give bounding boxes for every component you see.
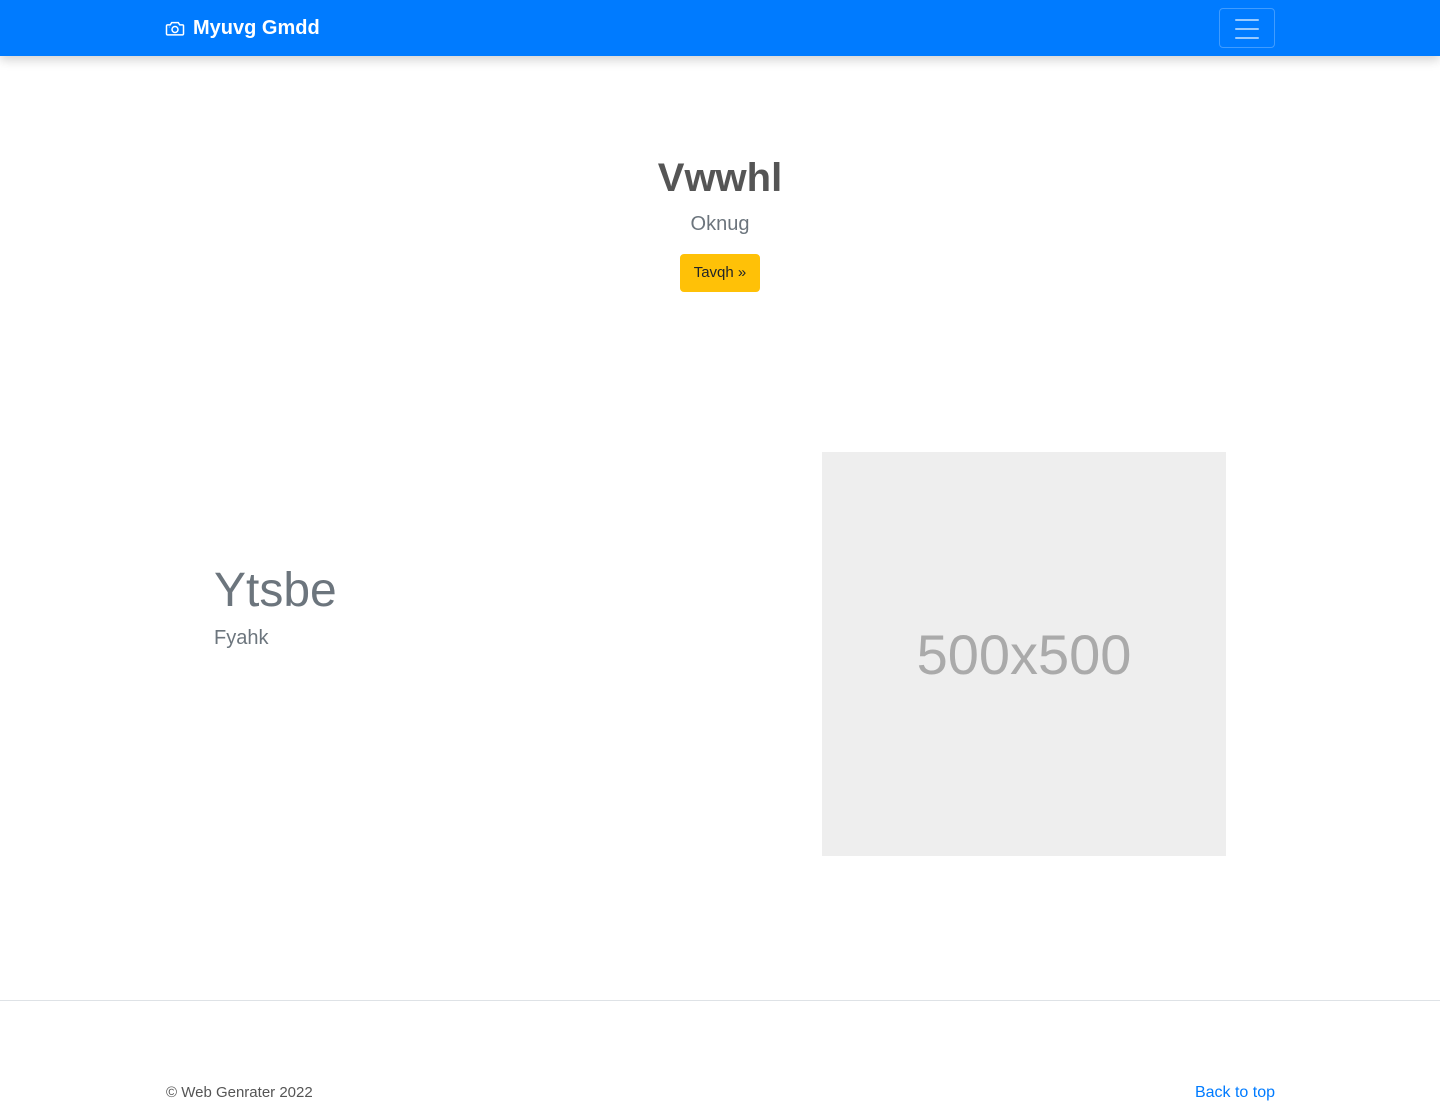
feature-image-placeholder: 500x500 (822, 452, 1226, 856)
placeholder-label: 500x500 (916, 622, 1132, 686)
hero-subtitle: Oknug (690, 213, 750, 235)
navbar: Myuvg Gmdd (0, 0, 1440, 56)
footer-divider (0, 1000, 1440, 1001)
feature-subtitle: Fyahk (214, 627, 269, 649)
copyright-text: © Web Genrater 2022 (166, 1084, 313, 1101)
hamburger-menu-icon (1235, 19, 1259, 39)
brand-name: Myuvg Gmdd (193, 16, 320, 39)
navbar-toggler-button[interactable] (1219, 8, 1275, 48)
hero-title: Vwwhl (657, 156, 783, 200)
camera-icon (165, 21, 185, 36)
brand-link[interactable]: Myuvg Gmdd (165, 0, 320, 56)
feature-title: Ytsbe (214, 564, 337, 617)
back-to-top-link[interactable]: Back to top (1195, 1083, 1275, 1103)
hero-cta-button[interactable]: Tavqh » (680, 254, 760, 292)
